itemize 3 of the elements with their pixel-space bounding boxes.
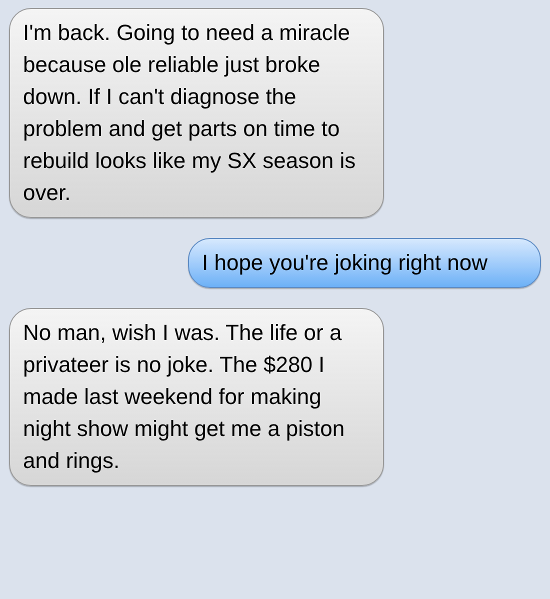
received-message-bubble: I'm back. Going to need a miracle because ole reliable just broke down. If I can't diagnose the problem and get parts on time to rebuild looks like my SX season is over.: [9, 8, 384, 218]
sent-message-bubble: I hope you're joking right now: [188, 238, 541, 288]
received-message-bubble: No man, wish I was. The life or a privateer is no joke. The $280 I made last weekend for making night show might get me a piston and rings.: [9, 308, 384, 486]
